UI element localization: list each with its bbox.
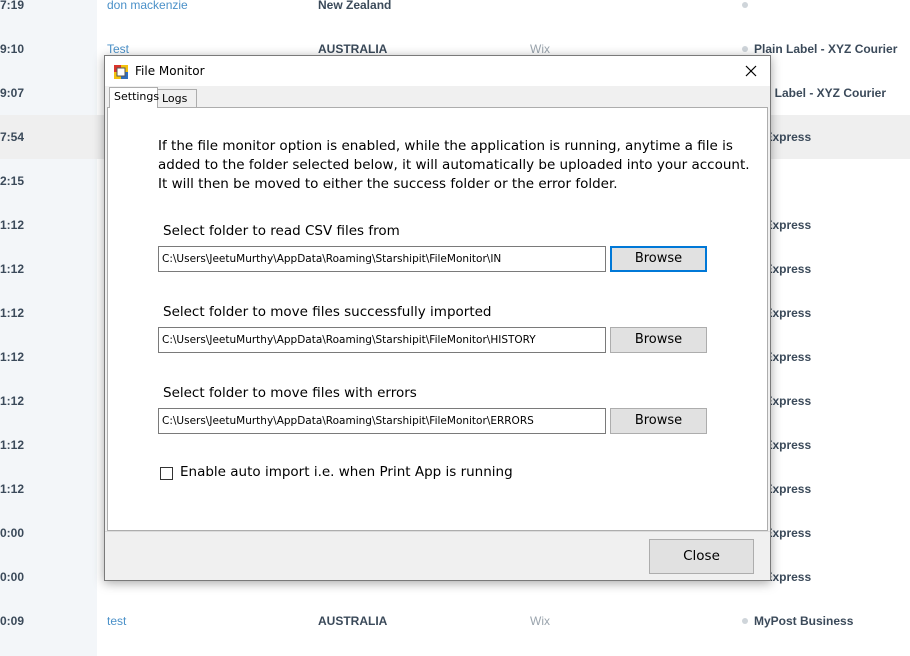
- error-folder-browse-button[interactable]: Browse: [610, 408, 707, 434]
- success-folder-path-field[interactable]: C:\Users\JeetuMurthy\AppData\Roaming\Sta…: [158, 327, 606, 353]
- status-dot-icon: [742, 46, 748, 52]
- intro-text: If the file monitor option is enabled, w…: [158, 137, 758, 194]
- dialog-title: File Monitor: [135, 64, 205, 78]
- order-time: 9:07: [0, 86, 25, 100]
- intro-line: If the file monitor option is enabled, w…: [158, 138, 733, 154]
- read-folder-path-field[interactable]: C:\Users\JeetuMurthy\AppData\Roaming\Sta…: [158, 246, 606, 272]
- customer-name-link[interactable]: test: [107, 599, 126, 643]
- app-icon: [114, 64, 128, 79]
- order-time: 1:12: [0, 350, 25, 364]
- table-row[interactable]: 7:19 don mackenzie New Zealand: [0, 0, 910, 27]
- order-time: 0:09: [0, 614, 25, 628]
- carrier-cell: MyPost Business: [754, 614, 854, 628]
- source-cell: Wix: [530, 614, 550, 628]
- order-time: 1:12: [0, 438, 25, 452]
- file-monitor-dialog: File Monitor Settings Logs If the file m…: [104, 55, 771, 581]
- footer-divider: [105, 531, 770, 532]
- country-cell: AUSTRALIA: [318, 614, 388, 628]
- order-time: 1:12: [0, 482, 25, 496]
- close-button[interactable]: Close: [649, 539, 754, 574]
- country-cell: New Zealand: [318, 0, 392, 12]
- tab-logs[interactable]: Logs: [157, 89, 197, 108]
- order-time: 1:12: [0, 394, 25, 408]
- carrier-cell: ain Label - XYZ Courier: [754, 86, 887, 100]
- auto-import-checkbox[interactable]: [160, 467, 173, 480]
- order-time: 1:12: [0, 306, 25, 320]
- order-time: 7:19: [0, 0, 25, 12]
- table-row[interactable]: 0:09 test AUSTRALIA Wix MyPost Business: [0, 599, 910, 643]
- read-folder-browse-button[interactable]: Browse: [610, 246, 707, 272]
- success-folder-browse-button[interactable]: Browse: [610, 327, 707, 353]
- order-time: 0:00: [0, 570, 25, 584]
- intro-line: added to the folder selected below, it w…: [158, 157, 750, 173]
- order-time: 2:15: [0, 174, 25, 188]
- order-time: 0:00: [0, 526, 25, 540]
- status-dot-icon: [742, 618, 748, 624]
- carrier-cell: Plain Label - XYZ Courier: [754, 42, 898, 56]
- order-time: 9:10: [0, 42, 25, 56]
- order-time: 1:12: [0, 262, 25, 276]
- order-time: 1:12: [0, 218, 25, 232]
- order-time: 7:54: [0, 130, 25, 144]
- customer-name-link[interactable]: don mackenzie: [107, 0, 188, 27]
- intro-line: It will then be moved to either the succ…: [158, 176, 618, 192]
- tab-settings[interactable]: Settings: [109, 87, 159, 108]
- close-icon[interactable]: [740, 60, 762, 82]
- success-folder-label: Select folder to move files successfully…: [163, 304, 492, 320]
- dialog-titlebar[interactable]: File Monitor: [105, 56, 770, 86]
- read-folder-label: Select folder to read CSV files from: [163, 223, 400, 239]
- error-folder-label: Select folder to move files with errors: [163, 385, 417, 401]
- status-dot-icon: [742, 2, 748, 8]
- error-folder-path-field[interactable]: C:\Users\JeetuMurthy\AppData\Roaming\Sta…: [158, 408, 606, 434]
- auto-import-label[interactable]: Enable auto import i.e. when Print App i…: [180, 464, 513, 480]
